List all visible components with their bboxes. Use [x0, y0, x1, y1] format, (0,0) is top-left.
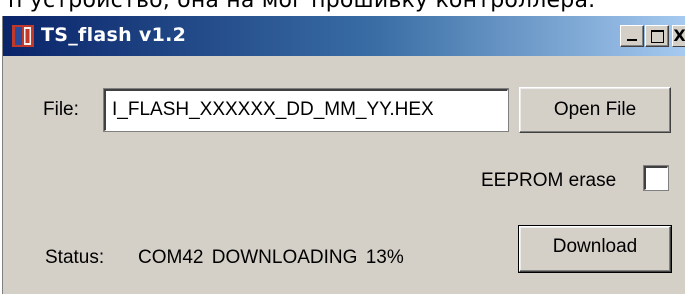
- minimize-icon: [627, 39, 637, 41]
- background-page-text: п устройство, она на мог прошивку контро…: [0, 0, 685, 16]
- eeprom-erase-label: EEPROM erase: [481, 170, 617, 191]
- app-window: TS_flash v1.2 X File: I_FLASH_XXXXXX_DD_…: [2, 16, 685, 294]
- minimize-button[interactable]: [620, 25, 644, 47]
- title-bar[interactable]: TS_flash v1.2 X: [3, 16, 685, 56]
- maximize-button[interactable]: [645, 25, 669, 47]
- maximize-icon: [651, 30, 664, 43]
- app-icon: [12, 25, 34, 47]
- background-text: п устройство, она на мог прошивку контро…: [8, 0, 596, 13]
- status-text: COM42 DOWNLOADING 13%: [138, 247, 404, 268]
- eeprom-erase-checkbox[interactable]: [643, 165, 669, 191]
- file-path-input[interactable]: I_FLASH_XXXXXX_DD_MM_YY.HEX: [103, 88, 509, 132]
- close-button[interactable]: X: [672, 25, 685, 47]
- download-button[interactable]: Download: [518, 225, 672, 273]
- status-label: Status:: [45, 247, 105, 268]
- file-label: File:: [43, 99, 79, 120]
- window-title: TS_flash v1.2: [41, 24, 187, 46]
- open-file-button[interactable]: Open File: [519, 87, 671, 133]
